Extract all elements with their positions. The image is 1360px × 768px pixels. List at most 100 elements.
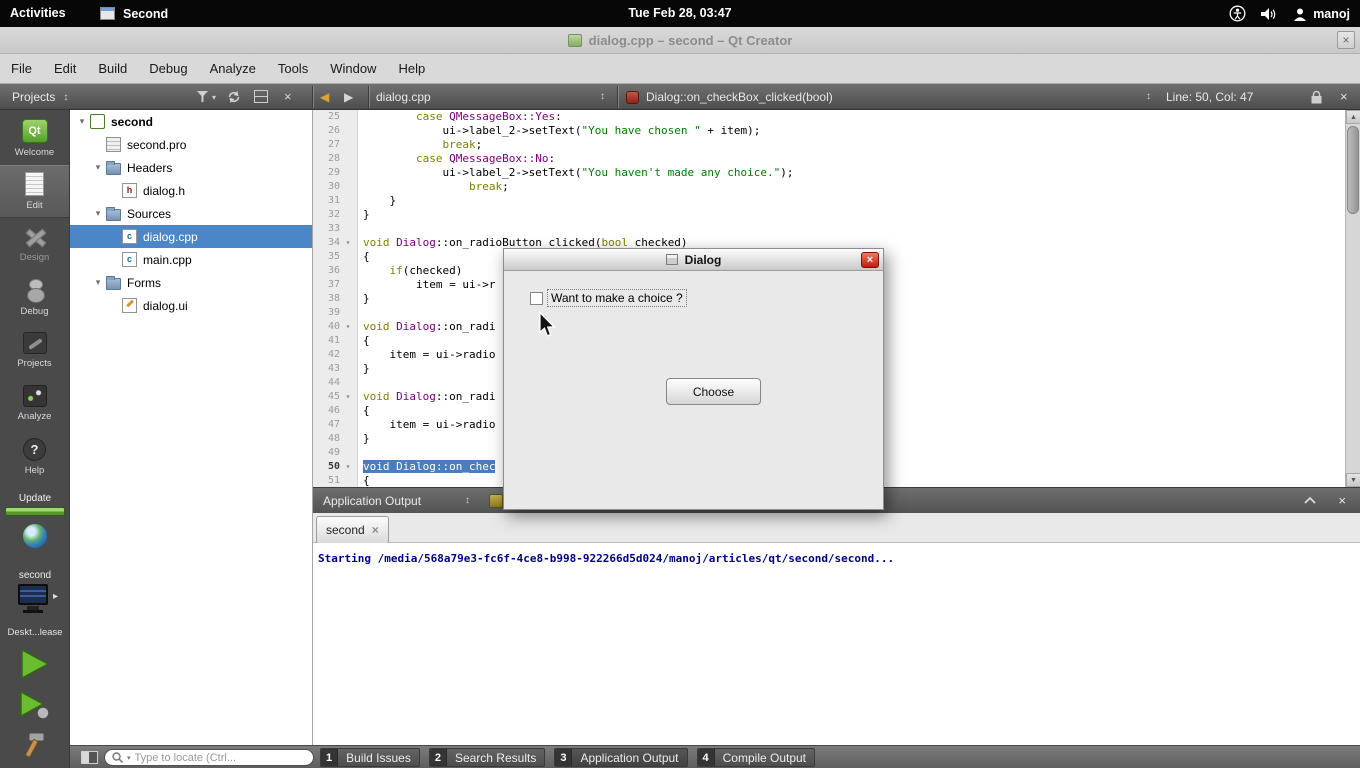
- symbol-combo-arrows-icon[interactable]: ↕: [1146, 84, 1151, 110]
- fold-marker-icon[interactable]: ▾: [340, 320, 356, 334]
- output-tab-second[interactable]: second ×: [316, 516, 389, 543]
- clock[interactable]: Tue Feb 28, 03:47: [0, 0, 1360, 27]
- mode-edit[interactable]: Edit: [0, 165, 69, 218]
- menu-item-help[interactable]: Help: [387, 54, 436, 83]
- output-pane-title[interactable]: Application Output: [323, 488, 421, 514]
- menu-item-window[interactable]: Window: [319, 54, 387, 83]
- menu-item-analyze[interactable]: Analyze: [199, 54, 267, 83]
- collapse-pane-icon[interactable]: [1304, 497, 1316, 504]
- close-projects-pane-button[interactable]: ×: [284, 84, 292, 110]
- menu-item-tools[interactable]: Tools: [267, 54, 319, 83]
- run-button[interactable]: [17, 647, 53, 681]
- mode-welcome[interactable]: QtWelcome: [0, 112, 69, 165]
- code-line-33: 33: [313, 222, 1345, 236]
- menu-item-edit[interactable]: Edit: [43, 54, 87, 83]
- code-line-30: 30 break;: [313, 180, 1345, 194]
- navigate-forward-button[interactable]: ▶: [344, 84, 353, 110]
- tree-item-dialog-ui[interactable]: dialog.ui: [70, 294, 312, 317]
- close-output-pane-button[interactable]: ×: [1338, 488, 1346, 514]
- mode-projects[interactable]: Projects: [0, 324, 69, 377]
- application-output-log[interactable]: Starting /media/568a79e3-fc6f-4ce8-b998-…: [313, 543, 1360, 745]
- dialog-close-button[interactable]: ×: [861, 252, 879, 268]
- split-icon[interactable]: [254, 90, 268, 103]
- expand-arrow-icon[interactable]: ▾: [76, 116, 88, 127]
- line-number: 42: [313, 348, 340, 362]
- globe-icon[interactable]: [23, 524, 47, 548]
- expand-arrow-icon[interactable]: ▾: [92, 277, 104, 288]
- menu-item-build[interactable]: Build: [87, 54, 138, 83]
- choice-checkbox-label[interactable]: Want to make a choice ?: [547, 289, 687, 307]
- locator-input[interactable]: [135, 752, 306, 764]
- folder-icon: [106, 163, 121, 175]
- locator[interactable]: ▾: [104, 749, 314, 766]
- accessibility-icon[interactable]: [1229, 5, 1246, 22]
- output-pane-combo-arrows-icon[interactable]: ↕: [465, 488, 470, 514]
- code-text: [358, 222, 363, 236]
- tree-item-dialog-h[interactable]: hdialog.h: [70, 179, 312, 202]
- tree-item-Sources[interactable]: ▾Sources: [70, 202, 312, 225]
- sync-icon[interactable]: [226, 90, 242, 104]
- code-text: }: [358, 292, 370, 306]
- rerun-icon[interactable]: [489, 494, 503, 508]
- volume-icon[interactable]: [1261, 7, 1278, 21]
- dialog-title: Dialog: [685, 253, 722, 267]
- mode-analyze[interactable]: Analyze: [0, 377, 69, 430]
- indent-spacer: [70, 259, 108, 260]
- choose-button[interactable]: Choose: [666, 378, 761, 405]
- open-file-combo-arrows-icon[interactable]: ↕: [600, 84, 605, 110]
- open-file-combo[interactable]: dialog.cpp: [376, 84, 431, 110]
- debug-run-button[interactable]: [17, 690, 53, 722]
- code-token: void: [363, 390, 390, 403]
- pane-button-build-issues[interactable]: 1Build Issues: [320, 748, 420, 767]
- navigate-back-button[interactable]: ◀: [320, 84, 329, 110]
- build-button[interactable]: [19, 732, 51, 762]
- code-token: :: [555, 110, 562, 123]
- tree-item-second-pro[interactable]: second.pro: [70, 133, 312, 156]
- line-number: 43: [313, 362, 340, 376]
- choice-checkbox[interactable]: [530, 292, 543, 305]
- pane-button-compile-output[interactable]: 4Compile Output: [697, 748, 816, 767]
- pane-button-application-output[interactable]: 3Application Output: [554, 748, 687, 767]
- mode-help[interactable]: ?Help: [0, 430, 69, 483]
- scroll-up-arrow[interactable]: ▲: [1346, 110, 1360, 124]
- scrollbar-thumb[interactable]: [1347, 126, 1359, 214]
- user-menu[interactable]: manoj: [1293, 7, 1350, 21]
- fold-marker-icon[interactable]: ▾: [340, 236, 356, 250]
- pane-button-search-results[interactable]: 2Search Results: [429, 748, 546, 767]
- tree-item-main-cpp[interactable]: cmain.cpp: [70, 248, 312, 271]
- lock-icon[interactable]: [1311, 90, 1322, 104]
- code-text: item = ui->radio: [358, 418, 495, 432]
- target-selector-arrow-icon[interactable]: ▸: [53, 591, 58, 602]
- editor-scrollbar[interactable]: ▲ ▼: [1345, 110, 1360, 487]
- target-selector-button[interactable]: [18, 584, 48, 614]
- tree-item-Forms[interactable]: ▾Forms: [70, 271, 312, 294]
- scroll-down-arrow[interactable]: ▼: [1346, 473, 1360, 487]
- projects-pane-selector[interactable]: Projects ↕: [12, 84, 68, 110]
- tree-item-dialog-cpp[interactable]: cdialog.cpp: [70, 225, 312, 248]
- code-line-28: 28 case QMessageBox::No:: [313, 152, 1345, 166]
- expand-arrow-icon[interactable]: ▾: [92, 208, 104, 219]
- mode-design[interactable]: Design: [0, 218, 69, 271]
- fold-marker-icon[interactable]: ▾: [340, 460, 356, 474]
- menu-item-debug[interactable]: Debug: [138, 54, 198, 83]
- locator-caret-icon[interactable]: ▾: [127, 754, 131, 762]
- window-titlebar[interactable]: dialog.cpp – second – Qt Creator ×: [0, 27, 1360, 54]
- toggle-sidebar-icon[interactable]: [81, 751, 98, 764]
- dialog-titlebar[interactable]: Dialog ×: [504, 249, 883, 271]
- close-editor-button[interactable]: ×: [1340, 84, 1348, 110]
- filter-icon[interactable]: [196, 90, 209, 103]
- window-close-button[interactable]: ×: [1337, 31, 1355, 49]
- gutter: 44: [313, 376, 358, 390]
- code-token: }: [363, 208, 370, 221]
- menu-item-file[interactable]: File: [0, 54, 43, 83]
- line-number: 33: [313, 222, 340, 236]
- qt-app-dialog[interactable]: Dialog × Want to make a choice ? Choose: [503, 248, 884, 510]
- tree-item-Headers[interactable]: ▾Headers: [70, 156, 312, 179]
- filter-caret-icon[interactable]: ▾: [212, 93, 216, 102]
- expand-arrow-icon[interactable]: ▾: [92, 162, 104, 173]
- symbol-combo[interactable]: Dialog::on_checkBox_clicked(bool): [646, 84, 833, 110]
- fold-marker-icon[interactable]: ▾: [340, 390, 356, 404]
- output-tab-close-icon[interactable]: ×: [372, 523, 379, 537]
- tree-item-second[interactable]: ▾second: [70, 110, 312, 133]
- mode-debug[interactable]: Debug: [0, 271, 69, 324]
